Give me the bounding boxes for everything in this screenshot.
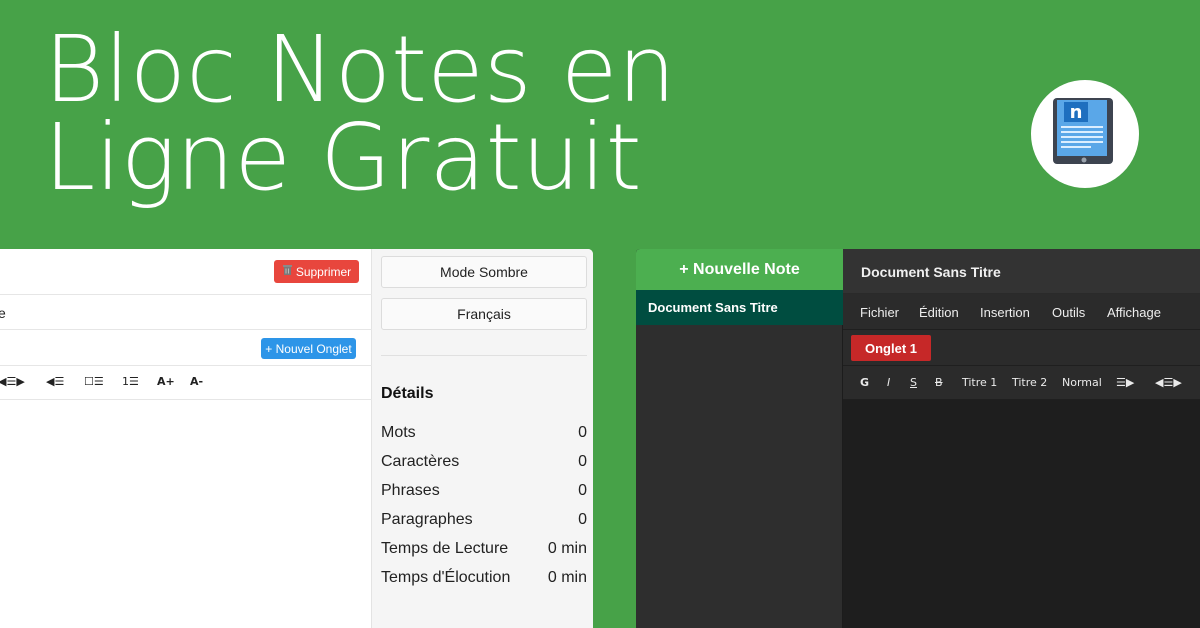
heading-1-button[interactable]: Titre 1 (962, 376, 997, 389)
svg-text:n: n (1070, 102, 1083, 123)
document-header: Document Sans Titre (843, 249, 1200, 294)
outdent-button[interactable]: ◀☰ (46, 375, 64, 388)
stat-row: Phrases 0 (381, 482, 587, 502)
stat-value: 0 min (547, 540, 587, 557)
hero-title-line-2: Ligne Gratuit (44, 104, 642, 211)
menu-fichier[interactable]: Fichier (860, 305, 899, 320)
hero-title: Bloc Notes en Ligne Gratuit (44, 16, 676, 211)
menu-insertion[interactable]: Insertion (980, 305, 1030, 320)
dark-editor-area: Document Sans Titre Fichier Édition Inse… (843, 249, 1200, 628)
dark-tabs-bar: Onglet 1 (843, 330, 1200, 366)
stat-label: Temps de Lecture (381, 540, 509, 557)
stat-label: Temps d'Élocution (381, 569, 511, 586)
light-format-toolbar: ◀☰▶ ◀☰ ☐☰ 1☰ A+ A- (0, 366, 372, 400)
bullet-list-button[interactable]: ☐☰ (84, 375, 104, 388)
details-title: Détails (381, 385, 434, 402)
document-title[interactable]: Document Sans Titre (861, 264, 1001, 280)
stat-value: 0 (578, 511, 587, 528)
notepad-tablet-icon: n (1053, 98, 1113, 164)
dark-format-toolbar: G I S B Titre 1 Titre 2 Normal ☰▶ ◀☰▶ (843, 366, 1200, 400)
light-notepad-app: Supprimer e + Nouvel Onglet ◀☰▶ ◀☰ ☐☰ 1☰… (0, 249, 593, 628)
font-increase-button[interactable]: A+ (157, 375, 175, 388)
menu-item-fragment[interactable]: e (0, 305, 6, 321)
italic-button[interactable]: I (887, 376, 890, 389)
bold-button[interactable]: G (860, 376, 869, 389)
align-center-button[interactable]: ◀☰▶ (1155, 376, 1182, 389)
new-note-button[interactable]: + Nouvelle Note (636, 249, 843, 290)
menu-edition[interactable]: Édition (919, 305, 959, 320)
heading-2-button[interactable]: Titre 2 (1012, 376, 1047, 389)
app-logo: n (1031, 80, 1139, 188)
new-tab-button[interactable]: + Nouvel Onglet (261, 338, 356, 359)
stat-row: Caractères 0 (381, 453, 587, 473)
stat-value: 0 min (547, 569, 587, 586)
light-side-panel: Mode Sombre Français Détails Mots 0 Cara… (372, 249, 593, 628)
text-editor[interactable] (843, 400, 1200, 628)
underline-button[interactable]: S (910, 376, 917, 389)
stat-label: Paragraphes (381, 511, 473, 528)
menu-affichage[interactable]: Affichage (1107, 305, 1161, 320)
stat-value: 0 (578, 453, 587, 470)
stat-label: Caractères (381, 453, 460, 470)
light-top-bar: Supprimer (0, 249, 372, 295)
notes-sidebar: + Nouvelle Note Document Sans Titre (636, 249, 843, 628)
light-tabs-bar: + Nouvel Onglet (0, 330, 372, 366)
light-menu-bar: e (0, 295, 372, 330)
align-justify-button[interactable]: ◀☰▶ (0, 375, 25, 388)
language-button[interactable]: Français (381, 298, 587, 330)
note-list-item[interactable]: Document Sans Titre (636, 290, 843, 325)
divider (381, 355, 587, 356)
stat-label: Phrases (381, 482, 440, 499)
light-editor-area: Supprimer e + Nouvel Onglet ◀☰▶ ◀☰ ☐☰ 1☰… (0, 249, 372, 628)
tab-onglet-1[interactable]: Onglet 1 (851, 335, 931, 361)
trash-icon (282, 264, 293, 279)
font-decrease-button[interactable]: A- (190, 375, 203, 388)
strikethrough-button[interactable]: B (935, 376, 943, 389)
stat-row: Temps de Lecture 0 min (381, 540, 587, 560)
delete-button-label: Supprimer (295, 264, 352, 279)
stat-label: Mots (381, 424, 416, 441)
stat-value: 0 (578, 424, 587, 441)
stat-row: Temps d'Élocution 0 min (381, 569, 587, 589)
dark-menu-bar: Fichier Édition Insertion Outils Afficha… (843, 294, 1200, 330)
align-right-button[interactable]: ☰▶ (1116, 376, 1134, 389)
numbered-list-button[interactable]: 1☰ (122, 375, 139, 388)
menu-outils[interactable]: Outils (1052, 305, 1085, 320)
stat-value: 0 (578, 482, 587, 499)
hero-title-line-1: Bloc Notes en (44, 16, 676, 123)
normal-text-button[interactable]: Normal (1062, 376, 1102, 389)
dark-mode-button[interactable]: Mode Sombre (381, 256, 587, 288)
stat-row: Paragraphes 0 (381, 511, 587, 531)
delete-button[interactable]: Supprimer (274, 260, 359, 283)
dark-notepad-app: + Nouvelle Note Document Sans Titre Docu… (636, 249, 1200, 628)
stat-row: Mots 0 (381, 424, 587, 444)
